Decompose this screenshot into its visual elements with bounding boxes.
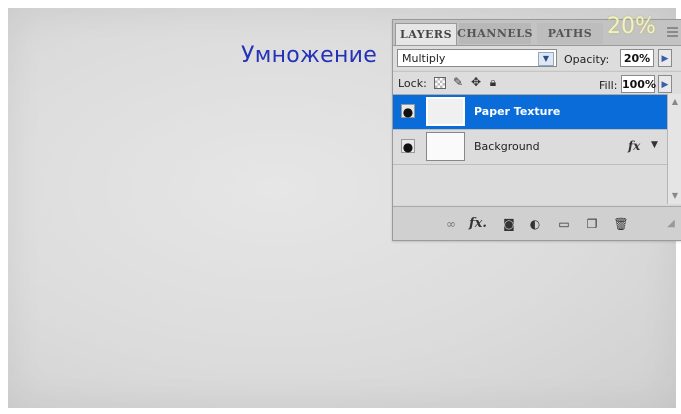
adjustment-layer-icon[interactable]: ◐ (527, 216, 543, 232)
layer-mask-icon[interactable]: ◙ (501, 216, 517, 232)
lock-transparency-icon[interactable] (434, 77, 446, 89)
chevron-down-icon[interactable]: ▼ (538, 52, 554, 66)
caption-title: Умножение (241, 43, 378, 68)
layer-effects-fx-icon[interactable]: fx (628, 139, 640, 153)
lock-pixels-brush-icon[interactable]: ✎ (451, 75, 465, 89)
layer-row-paper-texture[interactable]: ● Paper Texture (393, 95, 667, 130)
lock-position-icon[interactable]: ✥ (469, 75, 483, 89)
layer-name: Background (474, 140, 540, 153)
blend-mode-value: Multiply (402, 52, 446, 65)
lock-row: Lock: ✎ ✥ 🔒︎ Fill: 100% ▶ (393, 71, 681, 94)
opacity-field[interactable]: 20% (620, 49, 654, 67)
zoom-overlay: 20% (607, 14, 656, 39)
layer-thumbnail (426, 97, 465, 126)
scroll-up-icon[interactable]: ▲ (669, 96, 681, 108)
tab-paths[interactable]: PATHS (537, 23, 603, 44)
layers-panel: LAYERS CHANNELS PATHS 20% Multiply ▼ Opa… (392, 14, 681, 241)
opacity-slider-arrow-icon[interactable]: ▶ (658, 49, 672, 67)
visibility-eye-icon[interactable]: ● (401, 104, 415, 119)
visibility-eye-icon[interactable]: ● (401, 139, 415, 154)
group-folder-icon[interactable]: ▭ (556, 216, 572, 232)
fill-slider-arrow-icon[interactable]: ▶ (658, 75, 672, 93)
scroll-down-icon[interactable]: ▼ (669, 190, 681, 202)
tab-layers[interactable]: LAYERS (395, 23, 457, 45)
lock-all-padlock-icon[interactable]: 🔒︎ (486, 75, 500, 89)
layers-scrollbar[interactable]: ▲ ▼ (667, 94, 681, 204)
link-layers-icon[interactable]: ∞ (443, 216, 459, 232)
layers-toolbar: ∞ fx. ◙ ◐ ▭ ❐ 🗑︎ ◢ (393, 206, 681, 240)
panel-tab-bar: LAYERS CHANNELS PATHS 20% (393, 14, 681, 46)
fill-field[interactable]: 100% (621, 75, 656, 93)
fx-icon[interactable]: fx. (469, 216, 487, 232)
resize-grip-icon[interactable]: ◢ (663, 216, 679, 232)
new-layer-icon[interactable]: ❐ (584, 216, 600, 232)
expand-effects-chevron-icon[interactable]: ▼ (651, 140, 658, 150)
panel-menu-icon[interactable] (665, 24, 680, 39)
lock-label: Lock: (398, 77, 427, 90)
fill-label: Fill: (599, 79, 618, 92)
tab-channels[interactable]: CHANNELS (457, 23, 532, 44)
trash-icon[interactable]: 🗑︎ (613, 216, 629, 232)
blend-mode-select[interactable]: Multiply ▼ (397, 49, 557, 67)
layer-row-background[interactable]: ● Background fx ▼ (393, 130, 667, 165)
blend-row: Multiply ▼ Opacity: 20% ▶ (393, 46, 681, 70)
layer-thumbnail (426, 132, 465, 161)
layer-name: Paper Texture (474, 105, 561, 118)
opacity-label: Opacity: (564, 53, 610, 66)
layers-list: ● Paper Texture ● Background fx ▼ (393, 94, 681, 205)
